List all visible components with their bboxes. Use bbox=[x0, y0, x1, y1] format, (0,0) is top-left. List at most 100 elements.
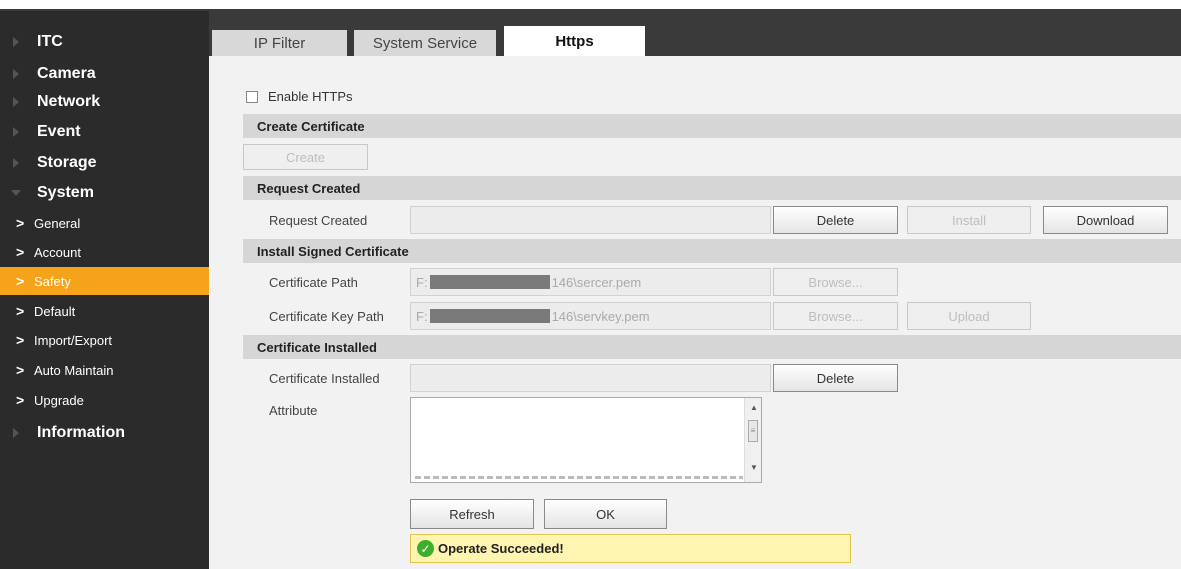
sidebar-item-storage[interactable]: Storage bbox=[0, 149, 209, 177]
sidebar-item-label: Camera bbox=[37, 65, 96, 82]
redaction-block bbox=[429, 309, 550, 323]
section-request-created: Request Created bbox=[243, 176, 1181, 200]
redaction-block bbox=[429, 275, 550, 289]
sidebar-item-label: Import/Export bbox=[34, 332, 113, 348]
chevron-right-icon: > bbox=[16, 215, 25, 231]
attribute-textarea[interactable]: ▲ ≡ ▼ bbox=[410, 397, 762, 483]
sidebar: ITC Camera Network Event Storage System … bbox=[0, 11, 209, 569]
install-button[interactable]: Install bbox=[907, 206, 1031, 234]
chevron-right-icon: > bbox=[16, 332, 25, 348]
sidebar-item-camera[interactable]: Camera bbox=[0, 60, 209, 88]
sidebar-item-system[interactable]: System bbox=[0, 179, 209, 207]
browse-certificate-button[interactable]: Browse... bbox=[773, 268, 898, 296]
collapsed-arrow-icon bbox=[13, 97, 19, 107]
certificate-installed-label: Certificate Installed bbox=[269, 371, 380, 386]
download-button[interactable]: Download bbox=[1043, 206, 1168, 234]
sidebar-item-upgrade[interactable]: > Upgrade bbox=[0, 386, 209, 414]
button-label: Delete bbox=[816, 370, 855, 386]
tab-label: Https bbox=[555, 32, 594, 50]
sidebar-item-import-export[interactable]: > Import/Export bbox=[0, 326, 209, 354]
sidebar-item-default[interactable]: > Default bbox=[0, 297, 209, 325]
certificate-path-label: Certificate Path bbox=[269, 275, 358, 290]
status-notice: ✓ Operate Succeeded! bbox=[410, 534, 851, 563]
certificate-installed-field[interactable] bbox=[410, 364, 771, 392]
request-created-field[interactable] bbox=[410, 206, 771, 234]
button-label: Delete bbox=[816, 212, 855, 228]
button-label: Browse... bbox=[808, 274, 863, 290]
tab-bar: IP Filter System Service Https bbox=[209, 11, 1181, 56]
section-title: Request Created bbox=[257, 180, 361, 196]
tab-ip-filter[interactable]: IP Filter bbox=[212, 30, 347, 56]
sidebar-item-label: Event bbox=[37, 123, 81, 140]
ok-button[interactable]: OK bbox=[544, 499, 667, 529]
section-install-signed-certificate: Install Signed Certificate bbox=[243, 239, 1181, 263]
attribute-label: Attribute bbox=[269, 403, 318, 418]
tab-label: IP Filter bbox=[253, 34, 306, 52]
sidebar-item-label: Information bbox=[37, 424, 125, 441]
sidebar-item-network[interactable]: Network bbox=[0, 88, 209, 116]
section-title: Certificate Installed bbox=[257, 339, 377, 355]
path-prefix: F: bbox=[416, 274, 428, 290]
button-label: Upload bbox=[948, 308, 990, 324]
delete-installed-button[interactable]: Delete bbox=[773, 364, 898, 392]
collapsed-arrow-icon bbox=[13, 69, 19, 79]
check-circle-icon: ✓ bbox=[417, 540, 434, 557]
sidebar-item-label: Network bbox=[37, 93, 101, 110]
scrollbar[interactable]: ▲ ≡ ▼ bbox=[744, 398, 761, 482]
collapsed-arrow-icon bbox=[13, 127, 19, 137]
sidebar-item-label: Upgrade bbox=[34, 392, 84, 408]
certificate-key-path-field[interactable]: F: 146\servkey.pem bbox=[410, 302, 771, 330]
https-panel: Enable HTTPs Create Certificate Create R… bbox=[209, 56, 1181, 569]
enable-https-checkbox[interactable] bbox=[246, 91, 258, 103]
scroll-thumb[interactable]: ≡ bbox=[748, 420, 758, 442]
expanded-arrow-icon bbox=[11, 190, 21, 196]
path-prefix: F: bbox=[416, 308, 428, 324]
scroll-up-icon[interactable]: ▲ bbox=[750, 403, 758, 412]
create-button[interactable]: Create bbox=[243, 144, 368, 170]
section-create-certificate: Create Certificate bbox=[243, 114, 1181, 138]
chevron-right-icon: > bbox=[16, 244, 25, 260]
path-suffix: 146\servkey.pem bbox=[551, 308, 650, 324]
button-label: Install bbox=[952, 212, 986, 228]
chevron-right-icon: > bbox=[16, 273, 25, 289]
sidebar-item-label: Default bbox=[34, 303, 76, 319]
sidebar-item-general[interactable]: > General bbox=[0, 209, 209, 237]
top-strip bbox=[0, 0, 1181, 9]
chevron-right-icon: > bbox=[16, 392, 25, 408]
certificate-path-field[interactable]: F: 146\sercer.pem bbox=[410, 268, 771, 296]
tab-label: System Service bbox=[372, 34, 478, 52]
sidebar-item-label: ITC bbox=[37, 33, 63, 50]
sidebar-item-safety[interactable]: > Safety bbox=[0, 267, 209, 295]
collapsed-arrow-icon bbox=[13, 37, 19, 47]
button-label: Create bbox=[285, 149, 326, 165]
section-certificate-installed: Certificate Installed bbox=[243, 335, 1181, 359]
button-label: Browse... bbox=[808, 308, 863, 324]
path-suffix: 146\sercer.pem bbox=[551, 274, 642, 290]
sidebar-item-itc[interactable]: ITC bbox=[0, 28, 209, 56]
chevron-right-icon: > bbox=[16, 303, 25, 319]
sidebar-item-label: Storage bbox=[37, 154, 97, 171]
browse-key-button[interactable]: Browse... bbox=[773, 302, 898, 330]
sidebar-item-account[interactable]: > Account bbox=[0, 238, 209, 266]
collapsed-arrow-icon bbox=[13, 428, 19, 438]
upload-button[interactable]: Upload bbox=[907, 302, 1031, 330]
button-label: Refresh bbox=[449, 506, 495, 522]
sidebar-item-event[interactable]: Event bbox=[0, 118, 209, 146]
sidebar-item-information[interactable]: Information bbox=[0, 419, 209, 447]
button-label: Download bbox=[1076, 212, 1135, 228]
refresh-button[interactable]: Refresh bbox=[410, 499, 534, 529]
truncated-text-line bbox=[415, 476, 743, 479]
sidebar-item-label: General bbox=[34, 215, 81, 231]
chevron-right-icon: > bbox=[16, 362, 25, 378]
sidebar-item-auto-maintain[interactable]: > Auto Maintain bbox=[0, 356, 209, 384]
section-title: Create Certificate bbox=[257, 118, 365, 134]
section-title: Install Signed Certificate bbox=[257, 243, 409, 259]
sidebar-item-label: Safety bbox=[34, 273, 71, 289]
request-created-label: Request Created bbox=[269, 213, 368, 228]
certificate-key-path-label: Certificate Key Path bbox=[269, 309, 384, 324]
tab-system-service[interactable]: System Service bbox=[354, 30, 496, 56]
sidebar-item-label: Account bbox=[34, 244, 81, 260]
scroll-down-icon[interactable]: ▼ bbox=[750, 463, 758, 472]
tab-https[interactable]: Https bbox=[504, 26, 645, 56]
delete-request-button[interactable]: Delete bbox=[773, 206, 898, 234]
